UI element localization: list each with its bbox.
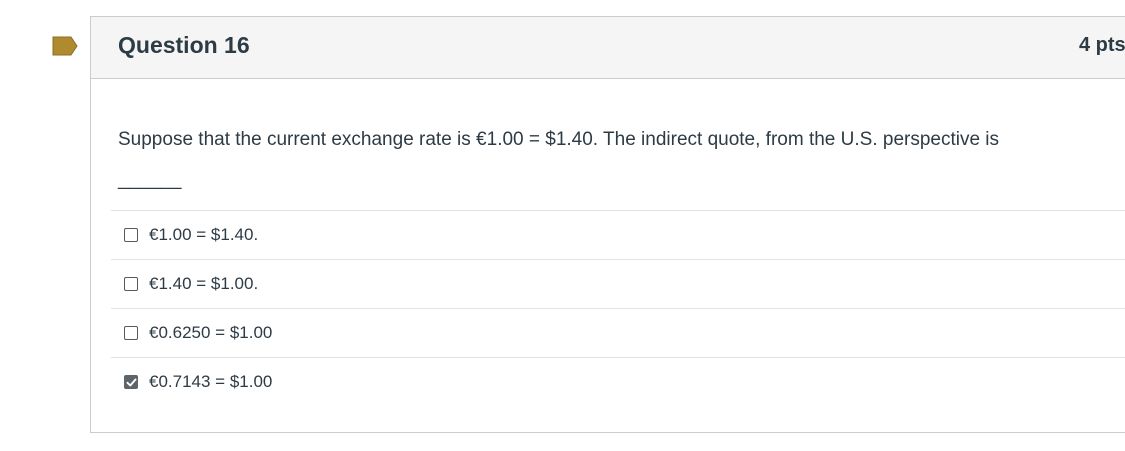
question-title: Question 16 bbox=[118, 32, 250, 58]
answer-label[interactable]: €0.6250 = $1.00 bbox=[149, 323, 272, 343]
question-card: Question 16 4 pts Suppose that the curre… bbox=[90, 16, 1125, 433]
answer-checkbox[interactable] bbox=[124, 326, 138, 340]
question-header: Question 16 4 pts bbox=[91, 17, 1125, 79]
answer-checkbox[interactable] bbox=[124, 375, 138, 389]
question-points: 4 pts bbox=[1079, 34, 1125, 56]
answer-label[interactable]: €0.7143 = $1.00 bbox=[149, 372, 272, 392]
answer-option[interactable]: €0.7143 = $1.00 bbox=[111, 357, 1125, 406]
answer-list: €1.00 = $1.40. €1.40 = $1.00. €0.6250 = … bbox=[111, 210, 1125, 406]
answer-checkbox[interactable] bbox=[124, 228, 138, 242]
answer-option[interactable]: €1.40 = $1.00. bbox=[111, 259, 1125, 308]
answer-label[interactable]: €1.00 = $1.40. bbox=[149, 225, 258, 245]
answer-checkbox[interactable] bbox=[124, 277, 138, 291]
question-flag-icon[interactable] bbox=[52, 36, 78, 56]
answer-option[interactable]: €0.6250 = $1.00 bbox=[111, 308, 1125, 357]
answer-label[interactable]: €1.40 = $1.00. bbox=[149, 274, 258, 294]
answer-option[interactable]: €1.00 = $1.40. bbox=[111, 210, 1125, 259]
checkmark-icon bbox=[126, 378, 136, 386]
question-text: Suppose that the current exchange rate i… bbox=[118, 129, 1000, 190]
